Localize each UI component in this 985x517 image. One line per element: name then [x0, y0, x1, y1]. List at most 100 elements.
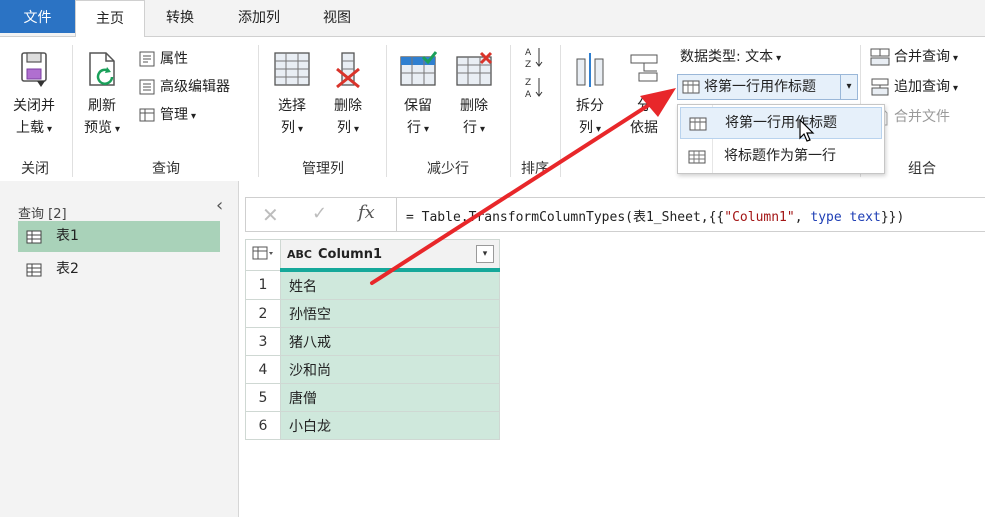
group-by-line1: 分: [637, 98, 651, 114]
advanced-editor-icon: [139, 79, 155, 95]
fx-icon[interactable]: fx: [358, 202, 375, 223]
filter-dropdown-icon[interactable]: ▾: [476, 245, 494, 263]
keep-rows-icon: [400, 51, 437, 86]
remove-rows-icon: [456, 51, 493, 86]
remove-columns-icon: [336, 52, 360, 89]
choose-columns-button[interactable]: 选择 列 ▾: [270, 51, 314, 141]
table-icon: [26, 230, 42, 244]
sort-ascending-button[interactable]: AZ: [524, 45, 550, 70]
check-icon[interactable]: ✓: [312, 203, 327, 224]
menu-item-use-first-row-as-headers[interactable]: 将第一行用作标题: [680, 107, 882, 139]
choose-line2: 列 ▾: [280, 120, 304, 136]
group-by-button[interactable]: 分 依据: [622, 51, 666, 139]
keep-line1: 保留: [404, 98, 432, 114]
row-number: 4: [245, 355, 281, 384]
ribbon-separator: [386, 45, 387, 177]
remove-rows-line1: 删除: [460, 98, 488, 114]
table-icon: [688, 150, 706, 164]
formula-text[interactable]: = Table.TransformColumnTypes(表1_Sheet,{{…: [406, 206, 904, 225]
sort-descending-button[interactable]: ZA: [524, 75, 550, 100]
table-corner-menu[interactable]: [245, 239, 281, 271]
data-type-dropdown[interactable]: 数据类型: 文本 ▾: [680, 45, 781, 69]
text-type-icon[interactable]: ABC: [287, 248, 312, 261]
refresh-line2: 预览 ▾: [83, 120, 121, 136]
data-table: ABC Column1 ▾ 1 姓名 2 孙悟空 3 猪八戒 4 沙和尚 5 唐僧 6 小白龙: [245, 239, 500, 440]
save-disk-icon: [21, 52, 47, 87]
table-cell[interactable]: 小白龙: [280, 411, 500, 440]
tab-transform[interactable]: 转换: [146, 0, 214, 36]
ribbon-separator: [510, 45, 511, 177]
close-load-line2: 上载 ▾: [15, 120, 53, 136]
row-number: 2: [245, 299, 281, 328]
menu-bar: 文件 主页 转换 添加列 视图: [0, 0, 985, 37]
ribbon-separator: [560, 45, 561, 177]
merge-queries-button[interactable]: 合并查询 ▾: [870, 45, 958, 69]
group-label-manage-columns: 管理列: [302, 161, 344, 177]
row-number: 6: [245, 411, 281, 440]
svg-text:Z: Z: [525, 78, 531, 88]
table-cell[interactable]: 猪八戒: [280, 327, 500, 356]
query-item-table2[interactable]: 表2: [18, 254, 220, 285]
cancel-icon[interactable]: ✕: [262, 203, 279, 227]
remove-cols-line2: 列 ▾: [336, 120, 360, 136]
append-queries-icon: [871, 78, 889, 96]
advanced-editor-button[interactable]: 高级编辑器: [138, 75, 230, 99]
table-icon: [139, 108, 155, 122]
table-cell[interactable]: 沙和尚: [280, 355, 500, 384]
split-line1: 拆分: [576, 98, 604, 114]
table-icon: [26, 263, 42, 277]
manage-button[interactable]: 管理 ▾: [138, 103, 196, 127]
properties-button[interactable]: 属性: [138, 47, 188, 71]
properties-icon: [139, 51, 155, 67]
split-line2: 列 ▾: [578, 120, 602, 136]
split-column-button[interactable]: 拆分 列 ▾: [568, 51, 612, 141]
keep-line2: 行 ▾: [406, 120, 430, 136]
remove-columns-button[interactable]: 删除 列 ▾: [326, 51, 370, 141]
remove-rows-line2: 行 ▾: [462, 120, 486, 136]
refresh-line1: 刷新: [88, 98, 116, 114]
refresh-preview-button[interactable]: 刷新 预览 ▾: [80, 51, 124, 141]
table-icon: [689, 117, 707, 131]
svg-text:A: A: [525, 48, 532, 58]
ribbon-separator: [258, 45, 259, 177]
queries-pane: 查询 [2] ‹ 表1 表2: [0, 181, 239, 517]
tab-add-column[interactable]: 添加列: [218, 0, 300, 36]
mouse-cursor-icon: [799, 119, 815, 142]
row-number: 5: [245, 383, 281, 412]
tab-home[interactable]: 主页: [75, 0, 145, 37]
append-queries-button[interactable]: 追加查询 ▾: [870, 75, 958, 99]
table-cell[interactable]: 姓名: [280, 269, 500, 300]
row-number: 1: [245, 269, 281, 300]
refresh-page-icon: [89, 52, 115, 86]
close-load-line1: 关闭并: [13, 98, 55, 114]
remove-rows-button[interactable]: 删除 行 ▾: [452, 51, 496, 141]
tab-file[interactable]: 文件: [0, 0, 75, 33]
formula-buttons: ✕ ✓ fx: [246, 198, 397, 231]
queries-header: 查询 [2]: [18, 207, 67, 222]
choose-columns-icon: [274, 52, 310, 86]
header-options-menu: 将第一行用作标题 将标题作为第一行: [677, 104, 885, 174]
column-header-column1[interactable]: ABC Column1 ▾: [280, 239, 500, 272]
sort-ascending-icon: AZ: [525, 48, 543, 70]
close-and-load-button[interactable]: 关闭并 上载 ▾: [6, 51, 62, 141]
group-label-reduce-rows: 减少行: [427, 161, 469, 177]
menu-item-use-headers-as-first-row[interactable]: 将标题作为第一行: [680, 141, 880, 171]
chevron-down-icon[interactable]: ▾: [840, 75, 857, 99]
sort-descending-icon: ZA: [525, 78, 543, 100]
use-first-row-as-headers-button[interactable]: 将第一行用作标题 ▾: [677, 74, 858, 100]
svg-text:A: A: [525, 90, 532, 99]
split-column-icon: [576, 53, 604, 87]
keep-rows-button[interactable]: 保留 行 ▾: [396, 51, 440, 141]
table-cell[interactable]: 孙悟空: [280, 299, 500, 328]
table-menu-icon: [252, 246, 273, 260]
group-label-sort: 排序: [521, 161, 549, 177]
chevron-left-icon[interactable]: ‹: [216, 195, 223, 216]
table-cell[interactable]: 唐僧: [280, 383, 500, 412]
table-icon: [682, 80, 700, 94]
merge-queries-icon: [870, 48, 890, 66]
group-by-line2: 依据: [630, 120, 658, 136]
tab-view[interactable]: 视图: [304, 0, 370, 36]
svg-text:Z: Z: [525, 60, 531, 69]
row-number: 3: [245, 327, 281, 356]
query-item-table1[interactable]: 表1: [18, 221, 220, 252]
